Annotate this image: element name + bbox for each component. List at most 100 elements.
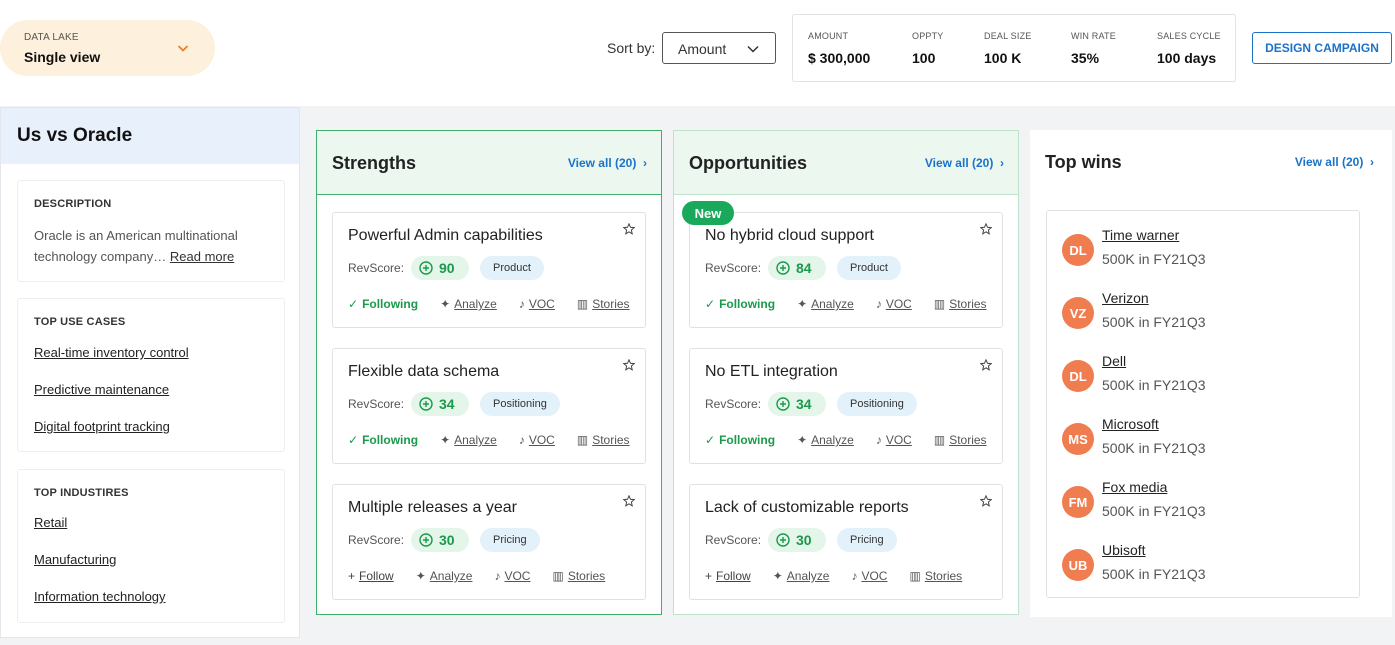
design-campaign-button[interactable]: DESIGN CAMPAIGN [1252, 32, 1392, 64]
following-button[interactable]: ✓ Following [348, 297, 418, 311]
stories-button[interactable]: ▥ Stories [934, 433, 987, 447]
revscore-badge: 34 [768, 392, 826, 416]
analyze-button[interactable]: ✦ Analyze [797, 433, 854, 447]
follow-label: Follow [716, 569, 751, 583]
revscore-badge: 90 [411, 256, 469, 280]
sparkle-icon: ✦ [415, 569, 426, 583]
voc-button[interactable]: ♪ VOC [876, 433, 912, 447]
sort-select[interactable]: Amount [662, 32, 776, 64]
voc-button[interactable]: ♪ VOC [876, 297, 912, 311]
stories-label: Stories [924, 569, 963, 583]
read-more-link[interactable]: Read more [170, 249, 234, 264]
metric-win-rate: WIN RATE 35% [1071, 31, 1116, 66]
card-title: No ETL integration [705, 363, 838, 380]
metrics-summary: AMOUNT $ 300,000 OPPTY 100 DEAL SIZE 100… [792, 14, 1236, 82]
voc-button[interactable]: ♪ VOC [494, 569, 530, 583]
view-all-link[interactable]: View all (20) › [925, 156, 1004, 170]
data-lake-selector[interactable]: DATA LAKE Single view [0, 20, 215, 76]
book-icon: ▥ [909, 569, 921, 583]
following-button[interactable]: ✓ Following [705, 433, 775, 447]
plus-circle-icon [776, 533, 790, 547]
insight-card[interactable]: No hybrid cloud support RevScore: 84 Pro… [689, 212, 1003, 328]
industry-link[interactable]: Information technology [34, 589, 166, 604]
voc-label: VOC [528, 297, 555, 311]
star-icon[interactable] [980, 223, 992, 235]
revscore-value: 34 [439, 396, 455, 412]
win-detail: 500K in FY21Q3 [1102, 440, 1206, 456]
insight-card[interactable]: Powerful Admin capabilities RevScore: 90… [332, 212, 646, 328]
stories-button[interactable]: ▥ Stories [552, 569, 605, 583]
account-link[interactable]: Ubisoft [1102, 542, 1146, 558]
insight-card[interactable]: Lack of customizable reports RevScore: 3… [689, 484, 1003, 600]
stories-button[interactable]: ▥ Stories [577, 297, 630, 311]
account-link[interactable]: Verizon [1102, 290, 1149, 306]
avatar: MS [1062, 423, 1094, 455]
star-icon[interactable] [980, 495, 992, 507]
use-cases-heading: TOP USE CASES [34, 316, 126, 328]
view-all-link[interactable]: View all (20) › [568, 156, 647, 170]
revscore-badge: 30 [768, 528, 826, 552]
voc-button[interactable]: ♪ VOC [519, 297, 555, 311]
account-link[interactable]: Microsoft [1102, 416, 1159, 432]
account-link[interactable]: Dell [1102, 353, 1126, 369]
column-title: Top wins [1045, 152, 1122, 172]
analyze-button[interactable]: ✦ Analyze [416, 569, 473, 583]
music-note-icon: ♪ [518, 433, 525, 447]
revscore-badge: 34 [411, 392, 469, 416]
follow-button[interactable]: + Follow [348, 569, 394, 583]
voc-button[interactable]: ♪ VOC [519, 433, 555, 447]
star-icon[interactable] [623, 223, 635, 235]
following-button[interactable]: ✓ Following [348, 433, 418, 447]
industries-heading: TOP INDUSTIRES [34, 487, 129, 499]
use-case-link[interactable]: Real-time inventory control [34, 345, 189, 360]
view-all-label: View all (20) [567, 156, 637, 170]
following-button[interactable]: ✓ Following [705, 297, 775, 311]
star-icon[interactable] [980, 359, 992, 371]
industry-link[interactable]: Manufacturing [34, 552, 116, 567]
voc-button[interactable]: ♪ VOC [851, 569, 887, 583]
stories-button[interactable]: ▥ Stories [934, 297, 987, 311]
analyze-button[interactable]: ✦ Analyze [440, 297, 497, 311]
win-detail: 500K in FY21Q3 [1102, 251, 1206, 267]
use-cases-card: TOP USE CASES Real-time inventory contro… [17, 298, 285, 452]
stories-button[interactable]: ▥ Stories [909, 569, 962, 583]
follow-button[interactable]: + Follow [705, 569, 751, 583]
voc-label: VOC [885, 433, 912, 447]
analyze-label: Analyze [811, 297, 854, 311]
revscore-label: RevScore: [705, 261, 762, 275]
voc-label: VOC [528, 433, 555, 447]
check-icon: ✓ [348, 297, 359, 311]
use-case-link[interactable]: Digital footprint tracking [34, 419, 170, 434]
column-header: Opportunities View all (20) › [674, 131, 1018, 195]
avatar: DL [1062, 234, 1094, 266]
stories-button[interactable]: ▥ Stories [577, 433, 630, 447]
follow-label: Follow [359, 569, 394, 583]
music-note-icon: ♪ [494, 569, 501, 583]
analyze-label: Analyze [786, 569, 830, 583]
account-link[interactable]: Time warner [1102, 227, 1179, 243]
card-title: Lack of customizable reports [705, 499, 909, 516]
avatar: DL [1062, 360, 1094, 392]
metric-value: 100 [912, 50, 936, 66]
avatar: VZ [1062, 297, 1094, 329]
insight-card[interactable]: No ETL integration RevScore: 34 Position… [689, 348, 1003, 464]
view-all-label: View all (20) [1294, 155, 1364, 169]
analyze-label: Analyze [429, 569, 473, 583]
account-link[interactable]: Fox media [1102, 479, 1167, 495]
star-icon[interactable] [623, 359, 635, 371]
analyze-button[interactable]: ✦ Analyze [797, 297, 854, 311]
use-case-link[interactable]: Predictive maintenance [34, 382, 169, 397]
insight-card[interactable]: Multiple releases a year RevScore: 30 Pr… [332, 484, 646, 600]
card-actions: ✓ Following ✦ Analyze ♪ VOC ▥ Stories [348, 433, 652, 447]
view-all-link[interactable]: View all (20) › [1295, 155, 1374, 169]
plus-circle-icon [776, 397, 790, 411]
analyze-button[interactable]: ✦ Analyze [773, 569, 830, 583]
card-title: No hybrid cloud support [705, 227, 874, 244]
industry-link[interactable]: Retail [34, 515, 67, 530]
card-actions: + Follow ✦ Analyze ♪ VOC ▥ Stories [705, 569, 984, 583]
analyze-button[interactable]: ✦ Analyze [440, 433, 497, 447]
star-icon[interactable] [623, 495, 635, 507]
voc-label: VOC [861, 569, 888, 583]
analyze-label: Analyze [454, 297, 497, 311]
insight-card[interactable]: Flexible data schema RevScore: 34 Positi… [332, 348, 646, 464]
